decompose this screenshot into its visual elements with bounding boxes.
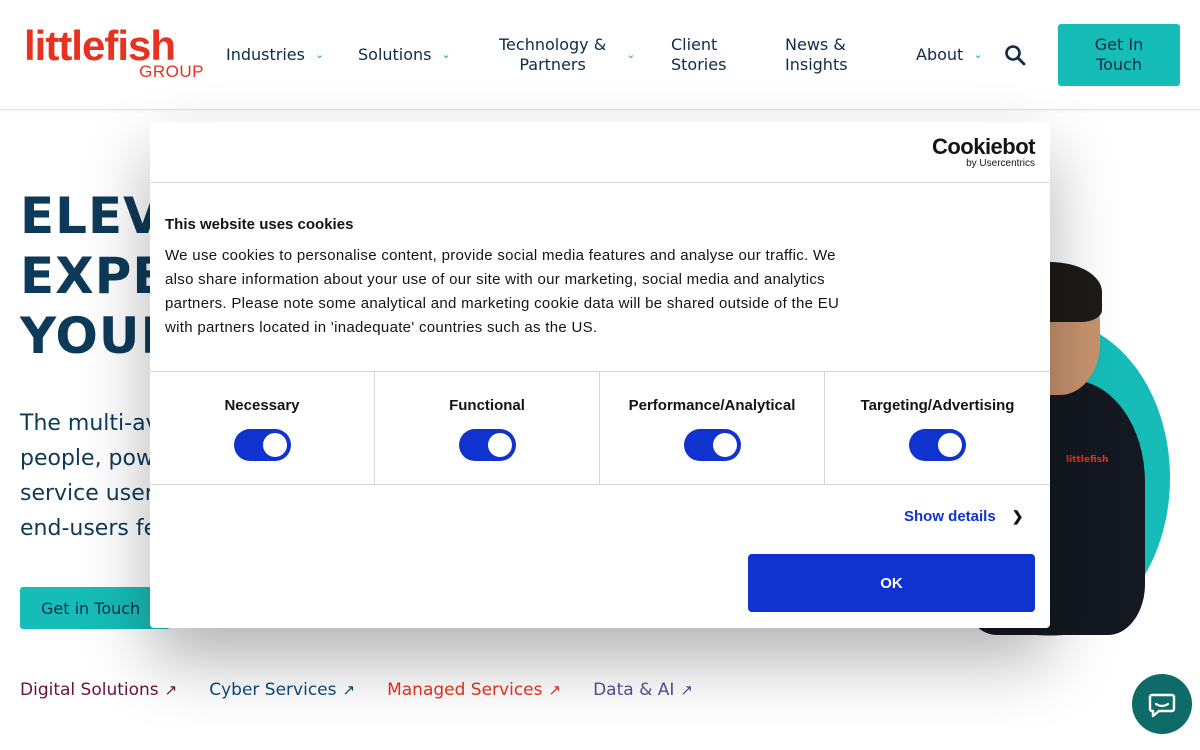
live-chat-button[interactable] <box>1132 674 1192 734</box>
cookie-consent-dialog: Cookiebot by Usercentrics This website u… <box>150 122 1050 628</box>
category-performance: Performance/Analytical <box>600 372 825 484</box>
category-functional: Functional <box>375 372 600 484</box>
chevron-down-icon: ⌄ <box>441 48 451 61</box>
nav-technology-line2: Partners <box>519 55 586 74</box>
littlefish-logo[interactable]: littlefish GROUP <box>24 22 208 84</box>
chevron-down-icon: ⌄ <box>314 48 325 61</box>
arrow-up-right-icon: ↗ <box>548 681 562 699</box>
cta-line1: Get In <box>1094 35 1144 54</box>
cta-line2: Touch <box>1096 55 1142 74</box>
hero-body-line4: end-users fe <box>20 516 158 541</box>
link-cyber-services-label: Cyber Services <box>209 680 337 700</box>
link-data-ai-label: Data & AI <box>593 680 675 700</box>
chevron-down-icon: ⌄ <box>973 48 983 61</box>
hero-body-line2: people, powe <box>20 446 168 471</box>
nav-solutions-label: Solutions <box>358 45 432 64</box>
chevron-right-icon: ❯ <box>1011 508 1024 524</box>
nav-solutions[interactable]: Solutions ⌄ <box>358 45 451 65</box>
nav-about-label: About <box>916 45 964 64</box>
nav-news-line2: Insights <box>785 55 848 74</box>
hero-body-line3: service users <box>20 481 166 506</box>
chevron-down-icon: ⌄ <box>626 48 636 61</box>
cookie-categories: Necessary Functional Performance/Analyti… <box>150 371 1050 485</box>
chat-icon <box>1148 693 1176 718</box>
show-details-link[interactable]: Show details ❯ <box>904 508 1023 525</box>
get-in-touch-header-button[interactable]: Get In Touch <box>1058 24 1180 86</box>
get-in-touch-header-label: Get In Touch <box>1095 35 1143 75</box>
functional-toggle[interactable] <box>459 429 516 461</box>
targeting-toggle[interactable] <box>909 429 966 461</box>
nav-technology-label: Technology & Partners <box>499 35 606 75</box>
nav-industries-label: Industries <box>226 45 305 64</box>
link-digital-solutions-label: Digital Solutions <box>20 680 159 700</box>
logo-group-text: GROUP <box>139 62 204 81</box>
search-icon[interactable] <box>1004 44 1026 66</box>
nav-client-line1: Client <box>671 35 718 54</box>
link-digital-solutions[interactable]: Digital Solutions ↗ <box>20 680 177 700</box>
nav-about[interactable]: About ⌄ <box>916 45 983 65</box>
link-cyber-services[interactable]: Cyber Services ↗ <box>209 680 355 700</box>
cookiebot-sub: by Usercentrics <box>966 158 1035 169</box>
category-functional-label: Functional <box>449 397 525 414</box>
necessary-toggle[interactable] <box>234 429 291 461</box>
nav-technology-partners[interactable]: Technology & Partners ⌄ <box>499 35 635 75</box>
link-managed-services-label: Managed Services <box>387 680 543 700</box>
category-necessary-label: Necessary <box>224 397 300 414</box>
arrow-up-right-icon: ↗ <box>680 681 693 699</box>
cookie-heading: This website uses cookies <box>165 216 354 233</box>
get-in-touch-hero-label: Get in Touch <box>41 598 141 618</box>
nav-client-label: Client Stories <box>671 35 726 75</box>
site-header: littlefish GROUP Industries ⌄ Solutions … <box>0 0 1200 110</box>
service-links: Digital Solutions ↗ Cyber Services ↗ Man… <box>20 680 725 700</box>
cookie-dialog-header: Cookiebot by Usercentrics <box>150 122 1050 183</box>
cookie-ok-button[interactable]: OK <box>748 554 1035 612</box>
link-managed-services[interactable]: Managed Services ↗ <box>387 680 561 700</box>
category-targeting-label: Targeting/Advertising <box>860 397 1015 414</box>
show-details-label: Show details <box>904 508 996 525</box>
nav-technology-line1: Technology & <box>499 35 607 54</box>
nav-news-line1: News & <box>785 35 846 54</box>
arrow-up-right-icon: ↗ <box>342 681 356 699</box>
cookie-description: We use cookies to personalise content, p… <box>165 247 840 336</box>
link-data-ai[interactable]: Data & AI ↗ <box>593 680 693 700</box>
cookie-ok-label: OK <box>880 574 903 592</box>
cookiebot-logo[interactable]: Cookiebot by Usercentrics <box>931 134 1036 170</box>
nav-client-stories[interactable]: Client Stories <box>671 35 726 75</box>
category-necessary: Necessary <box>150 372 375 484</box>
nav-news-insights[interactable]: News & Insights <box>785 35 848 75</box>
category-targeting: Targeting/Advertising <box>825 372 1050 484</box>
cookiebot-name: Cookiebot <box>931 134 1036 159</box>
nav-news-label: News & Insights <box>785 35 848 75</box>
performance-toggle[interactable] <box>684 429 741 461</box>
arrow-up-right-icon: ↗ <box>164 681 178 699</box>
nav-client-line2: Stories <box>671 55 727 74</box>
shirt-logo: littlefish <box>1066 455 1109 465</box>
nav-industries[interactable]: Industries ⌄ <box>226 45 324 65</box>
hero-description: The multi-av people, powe service users … <box>20 406 168 546</box>
get-in-touch-hero-button[interactable]: Get in Touch <box>20 587 170 629</box>
hero-body-line1: The multi-av <box>20 411 159 436</box>
category-performance-label: Performance/Analytical <box>628 397 796 414</box>
